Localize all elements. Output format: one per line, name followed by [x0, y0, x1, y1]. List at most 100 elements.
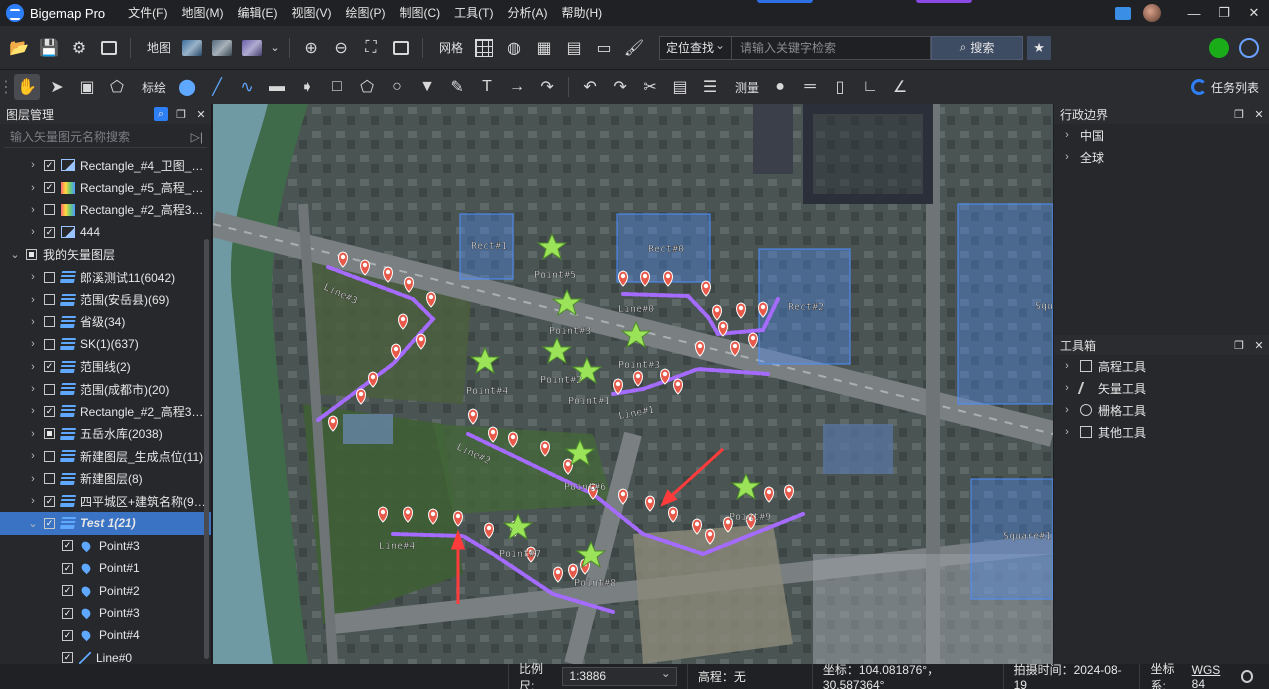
save-icon[interactable]: 💾: [36, 35, 62, 61]
brush-icon[interactable]: 🖌: [621, 35, 647, 61]
chevron-down-icon[interactable]: ⌄: [8, 248, 22, 261]
search-input[interactable]: [731, 35, 932, 60]
menu-map[interactable]: 地图(M): [174, 0, 230, 26]
menu-help[interactable]: 帮助(H): [554, 0, 609, 26]
settings-gear-icon[interactable]: [1240, 670, 1253, 683]
full-screen-icon[interactable]: [388, 35, 414, 61]
close-button[interactable]: ✕: [1239, 0, 1269, 26]
layer-checkbox[interactable]: [62, 629, 73, 641]
layer-checkbox[interactable]: [44, 159, 55, 171]
layer-row[interactable]: › 五岳水库(2038): [0, 423, 211, 445]
menu-tools[interactable]: 工具(T): [447, 0, 500, 26]
fit-extent-icon[interactable]: ⛶: [358, 35, 384, 61]
avatar[interactable]: [1143, 4, 1161, 22]
layer-checkbox[interactable]: [44, 361, 55, 373]
grid-icon[interactable]: [471, 35, 497, 61]
layer-row[interactable]: › 444: [0, 221, 211, 243]
layer-row[interactable]: › Rectangle_#5_高程_Le...: [0, 176, 211, 198]
float-window-icon[interactable]: ❐: [174, 107, 188, 121]
arrow-shape-icon[interactable]: ➧: [294, 74, 320, 100]
admin-item-china[interactable]: › 中国: [1054, 124, 1269, 146]
rectangle-icon[interactable]: ▬: [264, 74, 290, 100]
layer-row[interactable]: › 四平城区+建筑名称(97...: [0, 490, 211, 512]
curved-arrow-icon[interactable]: ↷: [534, 74, 560, 100]
layer-row[interactable]: › 范围(安岳县)(69): [0, 288, 211, 310]
layer-checkbox[interactable]: [62, 540, 73, 552]
layer-row[interactable]: Point#3: [0, 602, 211, 624]
chevron-right-icon[interactable]: ›: [26, 338, 40, 350]
layer-checkbox[interactable]: [44, 338, 55, 350]
layer-row[interactable]: ⌄ Test 1(21): [0, 512, 211, 535]
layer-row[interactable]: Point#3: [0, 535, 211, 557]
task-list-button[interactable]: 任务列表: [1190, 79, 1259, 96]
box-select-icon[interactable]: ▣: [74, 74, 100, 100]
text-label-icon[interactable]: T: [474, 74, 500, 100]
search-button[interactable]: ⌕ 搜索: [931, 35, 1024, 60]
close-icon[interactable]: ✕: [194, 107, 208, 121]
layer-row[interactable]: Point#4: [0, 624, 211, 646]
layer-search-input[interactable]: 输入矢量图元名称搜索 ▷|: [4, 126, 207, 148]
layer-row[interactable]: › 郎溪测试11(6042): [0, 266, 211, 288]
crs-link[interactable]: WGS 84: [1192, 663, 1235, 689]
layer-checkbox[interactable]: [44, 204, 55, 216]
list-icon[interactable]: ☰: [697, 74, 723, 100]
menu-view[interactable]: 视图(V): [284, 0, 338, 26]
zoom-out-icon[interactable]: ⊖: [328, 35, 354, 61]
layer-row[interactable]: › Rectangle_#2_高程33_...: [0, 199, 211, 221]
open-folder-icon[interactable]: 📂: [6, 35, 32, 61]
select-arrow-icon[interactable]: ➤: [44, 74, 70, 100]
layer-row[interactable]: › 范围(成都市)(20): [0, 378, 211, 400]
chevron-right-icon[interactable]: ›: [26, 361, 40, 373]
circle-icon[interactable]: ○: [384, 74, 410, 100]
float-window-icon[interactable]: ❐: [1232, 107, 1246, 121]
settings-gear-icon[interactable]: ⚙: [66, 35, 92, 61]
search-mode-select[interactable]: 定位查找: [659, 34, 732, 60]
zoom-in-icon[interactable]: ⊕: [298, 35, 324, 61]
layer-checkbox[interactable]: [44, 428, 55, 440]
layer-checkbox[interactable]: [44, 450, 55, 462]
tool-other[interactable]: › 其他工具: [1054, 421, 1269, 443]
layer-checkbox[interactable]: [26, 249, 37, 261]
map-sheet-grid-icon[interactable]: ▤: [561, 35, 587, 61]
link-icon[interactable]: [1239, 37, 1259, 58]
undo-icon[interactable]: ↶: [577, 74, 603, 100]
measure-bearing-icon[interactable]: ∠: [887, 74, 913, 100]
measure-angle-icon[interactable]: ∟: [857, 74, 883, 100]
chevron-right-icon[interactable]: ›: [26, 204, 40, 216]
layer-checkbox[interactable]: [44, 495, 55, 507]
float-window-icon[interactable]: ❐: [1232, 338, 1246, 352]
marker-pin-icon[interactable]: ⬤: [174, 74, 200, 100]
layer-checkbox[interactable]: [44, 405, 55, 417]
menu-analysis[interactable]: 分析(A): [500, 0, 554, 26]
chevron-down-icon[interactable]: ⌄: [269, 35, 281, 61]
collapse-icon[interactable]: ▷|: [191, 130, 203, 144]
folder-icon[interactable]: ▭: [591, 35, 617, 61]
square-icon[interactable]: □: [324, 74, 350, 100]
pan-hand-icon[interactable]: ✋: [14, 74, 40, 100]
polyline-icon[interactable]: ╱: [204, 74, 230, 100]
layer-row[interactable]: › 范围线(2): [0, 356, 211, 378]
layer-checkbox[interactable]: [62, 585, 73, 597]
layer-checkbox[interactable]: [44, 271, 55, 283]
layer-row[interactable]: › 新建图层_生成点位(11): [0, 445, 211, 467]
layer-tree-scrollbar[interactable]: [204, 239, 209, 659]
layer-checkbox[interactable]: [44, 316, 55, 328]
pentagon-icon[interactable]: ⬠: [354, 74, 380, 100]
layer-row[interactable]: Point#1: [0, 557, 211, 579]
layer-row[interactable]: ⌄ 我的矢量图层: [0, 244, 211, 266]
layer-checkbox[interactable]: [44, 226, 55, 238]
measure-area-icon[interactable]: ▯: [827, 74, 853, 100]
chevron-right-icon[interactable]: ›: [26, 294, 40, 306]
satellite-map-icon[interactable]: [179, 35, 205, 61]
layer-checkbox[interactable]: [44, 383, 55, 395]
text-edit-icon[interactable]: ✎: [444, 74, 470, 100]
layer-checkbox[interactable]: [62, 607, 73, 619]
menu-draw[interactable]: 绘图(P): [338, 0, 392, 26]
identify-icon[interactable]: ⬠: [104, 74, 130, 100]
layer-row[interactable]: › Rectangle_#2_高程33_...: [0, 400, 211, 422]
map-sheet-icon[interactable]: ▦: [531, 35, 557, 61]
layer-checkbox[interactable]: [44, 294, 55, 306]
admin-item-global[interactable]: › 全球: [1054, 146, 1269, 168]
minimize-button[interactable]: —: [1179, 0, 1209, 26]
menu-cartography[interactable]: 制图(C): [392, 0, 447, 26]
